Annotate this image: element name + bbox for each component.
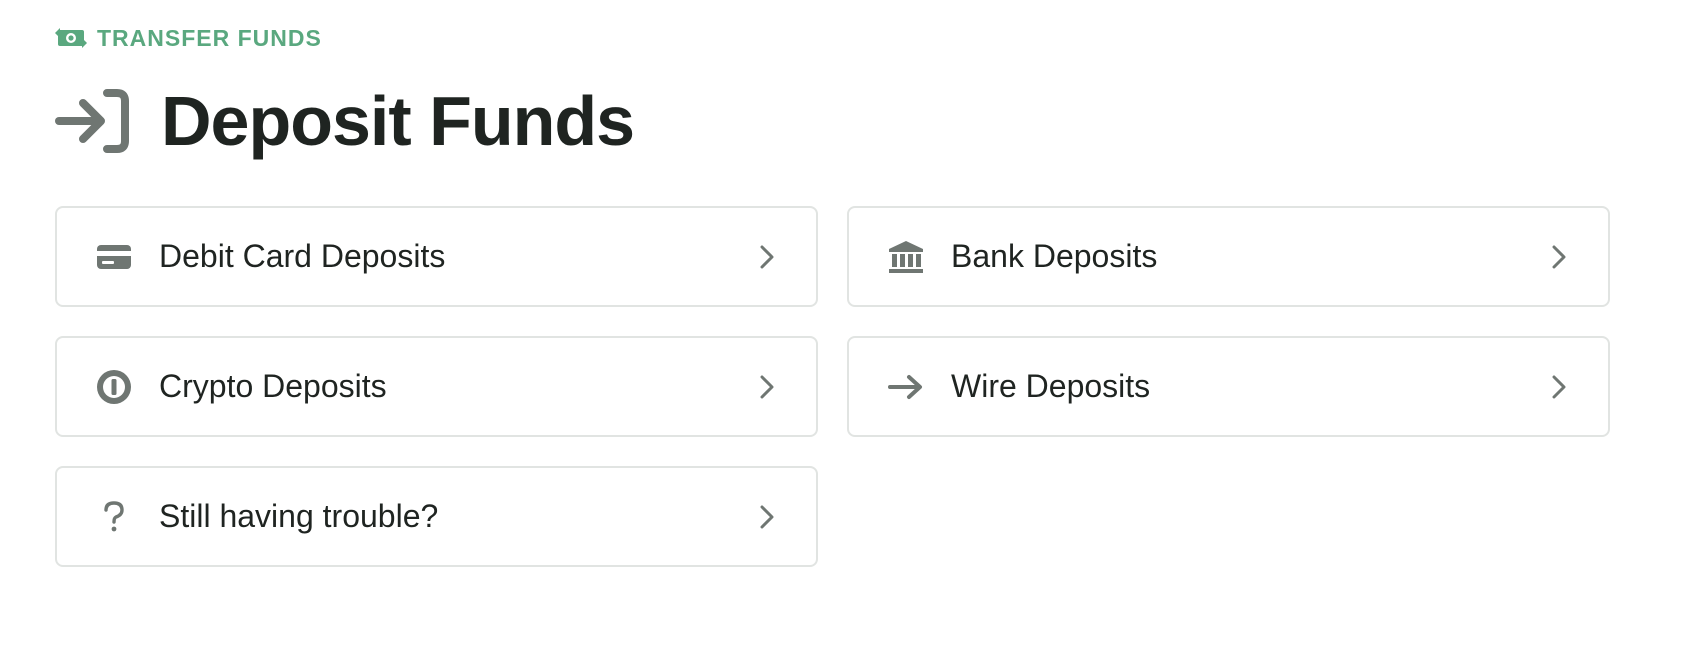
wire-deposits-option[interactable]: Wire Deposits bbox=[847, 336, 1610, 437]
chevron-right-icon bbox=[1548, 242, 1570, 272]
page-header: Deposit Funds bbox=[55, 78, 635, 164]
money-transfer-icon bbox=[55, 24, 87, 52]
chevron-right-icon bbox=[1548, 372, 1570, 402]
bank-deposits-option[interactable]: Bank Deposits bbox=[847, 206, 1610, 307]
option-label: Wire Deposits bbox=[951, 368, 1151, 404]
still-having-trouble-option[interactable]: Still having trouble? bbox=[55, 466, 818, 567]
option-label: Debit Card Deposits bbox=[159, 238, 446, 274]
chevron-right-icon bbox=[756, 372, 778, 402]
credit-card-icon bbox=[95, 238, 133, 276]
question-icon bbox=[95, 498, 133, 536]
arrow-right-icon bbox=[887, 368, 925, 406]
chevron-right-icon bbox=[756, 242, 778, 272]
page-title: Deposit Funds bbox=[161, 82, 635, 160]
chevron-right-icon bbox=[756, 502, 778, 532]
option-label: Still having trouble? bbox=[159, 498, 439, 534]
breadcrumb[interactable]: TRANSFER FUNDS bbox=[55, 24, 322, 52]
sign-in-icon bbox=[55, 86, 131, 156]
debit-card-deposits-option[interactable]: Debit Card Deposits bbox=[55, 206, 818, 307]
crypto-deposits-option[interactable]: Crypto Deposits bbox=[55, 336, 818, 437]
deposit-funds-page: TRANSFER FUNDS Deposit Funds Debit Card … bbox=[0, 0, 1706, 670]
crypto-coin-icon bbox=[95, 368, 133, 406]
option-label: Crypto Deposits bbox=[159, 368, 387, 404]
breadcrumb-label: TRANSFER FUNDS bbox=[97, 24, 322, 51]
deposit-options-grid: Debit Card Deposits Bank Deposits Crypto… bbox=[55, 206, 1610, 567]
option-label: Bank Deposits bbox=[951, 238, 1158, 274]
bank-icon bbox=[887, 238, 925, 276]
